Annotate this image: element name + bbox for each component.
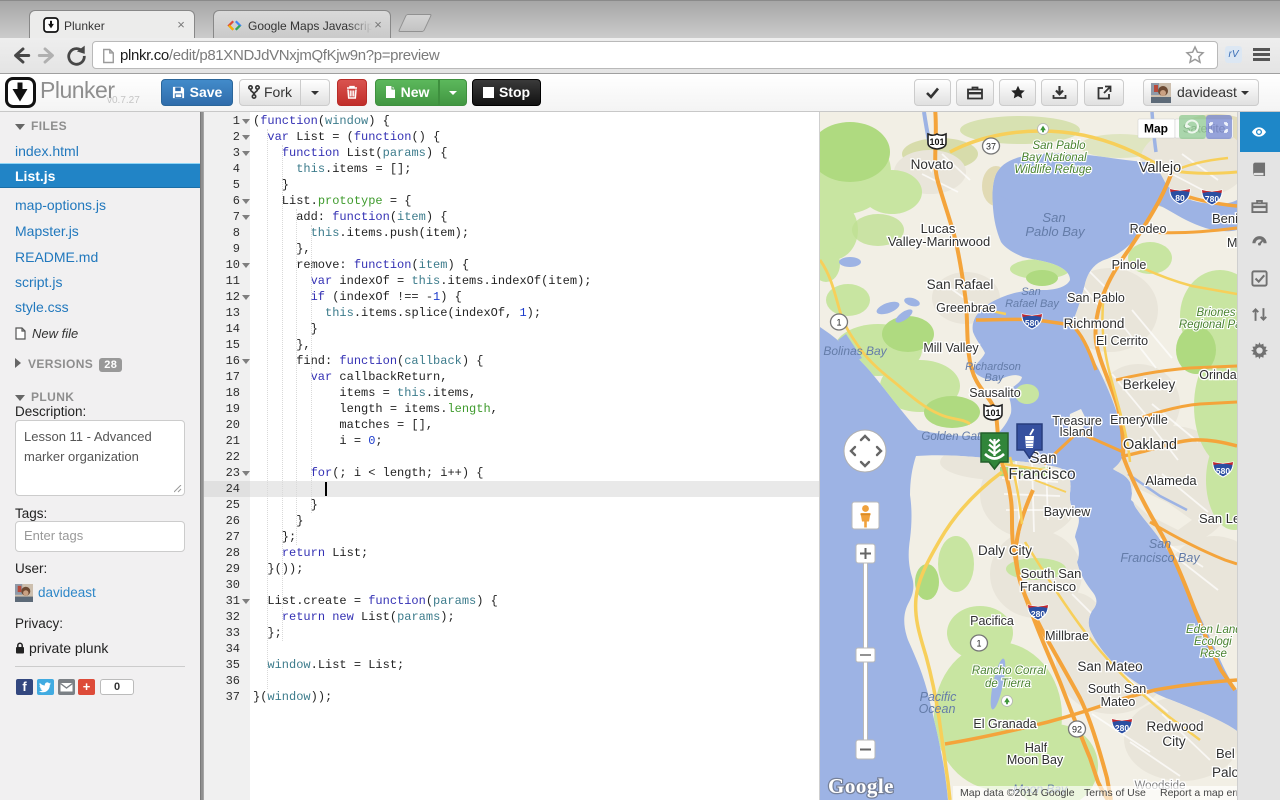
svg-text:Rodeo: Rodeo <box>1130 222 1167 236</box>
svg-text:San Leandro: San Leandro <box>1199 511 1237 526</box>
svg-text:80: 80 <box>1175 193 1185 203</box>
svg-text:780: 780 <box>1205 194 1219 204</box>
svg-text:Bay: Bay <box>985 372 1005 384</box>
svg-text:El Cerrito: El Cerrito <box>1096 334 1148 348</box>
svg-text:Millbrae: Millbrae <box>1045 629 1089 643</box>
svg-text:San Mateo: San Mateo <box>1077 659 1142 674</box>
svg-text:Bay National: Bay National <box>1021 152 1087 164</box>
svg-text:1: 1 <box>836 318 841 328</box>
svg-text:Alameda: Alameda <box>1145 473 1197 488</box>
svg-text:Greenbrae: Greenbrae <box>936 301 996 315</box>
svg-text:de Tierra: de Tierra <box>985 678 1031 690</box>
svg-text:Daly City: Daly City <box>978 543 1032 558</box>
svg-text:Pablo Bay: Pablo Bay <box>1025 224 1086 239</box>
svg-text:Map data ©2014 Google: Map data ©2014 Google <box>960 787 1075 799</box>
svg-text:Bolinas Bay: Bolinas Bay <box>823 344 887 358</box>
svg-text:92: 92 <box>1072 725 1082 735</box>
svg-text:Terms of Use: Terms of Use <box>1084 787 1146 799</box>
svg-text:37: 37 <box>986 142 996 152</box>
svg-text:Moon Bay: Moon Bay <box>1007 753 1064 767</box>
svg-text:Bel: Bel <box>1216 746 1235 761</box>
svg-text:Pinole: Pinole <box>1112 258 1147 272</box>
svg-text:Francisco: Francisco <box>1020 579 1076 594</box>
svg-text:Eden Landi: Eden Landi <box>1186 624 1237 636</box>
svg-text:San Pablo: San Pablo <box>1067 291 1125 305</box>
svg-text:Richmond: Richmond <box>1064 316 1125 331</box>
svg-text:Report a map error: Report a map error <box>1160 787 1237 799</box>
svg-text:Rafael Bay: Rafael Bay <box>1005 298 1060 310</box>
svg-text:San Pablo: San Pablo <box>1032 140 1086 152</box>
svg-text:Novato: Novato <box>911 157 954 172</box>
svg-text:San: San <box>1042 210 1065 225</box>
svg-text:Bayview: Bayview <box>1044 505 1092 519</box>
svg-text:Orinda: Orinda <box>1199 368 1237 382</box>
svg-text:Golden Gate: Golden Gate <box>921 431 986 443</box>
svg-text:Ocean: Ocean <box>919 702 956 716</box>
svg-text:Rancho Corral: Rancho Corral <box>972 665 1047 677</box>
svg-text:Emeryville: Emeryville <box>1110 413 1168 427</box>
svg-text:Sausalito: Sausalito <box>969 386 1020 400</box>
svg-text:Ecologi: Ecologi <box>1194 636 1232 648</box>
svg-text:Rese: Rese <box>1200 648 1227 660</box>
svg-text:Pacifica: Pacifica <box>970 614 1014 628</box>
svg-text:Mateo: Mateo <box>1101 695 1136 709</box>
svg-text:Mill Valley: Mill Valley <box>923 341 979 355</box>
svg-text:Valley-Marinwood: Valley-Marinwood <box>888 234 990 249</box>
svg-text:Oakland: Oakland <box>1123 437 1177 453</box>
svg-text:580: 580 <box>1216 466 1230 476</box>
svg-text:Briones: Briones <box>1197 307 1236 319</box>
svg-text:South San: South San <box>1088 682 1146 696</box>
svg-text:Google: Google <box>828 774 894 798</box>
svg-text:Redwood: Redwood <box>1146 719 1203 734</box>
svg-text:Francisco: Francisco <box>1008 466 1075 483</box>
svg-text:Berkeley: Berkeley <box>1123 377 1176 392</box>
svg-text:Map: Map <box>1144 122 1168 136</box>
svg-text:Palo: Palo <box>1212 765 1237 780</box>
svg-text:City: City <box>1162 734 1185 749</box>
svg-text:580: 580 <box>1025 318 1039 328</box>
svg-text:Benicia: Benicia <box>1212 211 1237 226</box>
svg-text:Francisco Bay: Francisco Bay <box>1120 551 1200 565</box>
svg-text:Vallejo: Vallejo <box>1139 160 1181 176</box>
svg-text:280: 280 <box>1115 723 1129 733</box>
svg-text:San: San <box>1021 286 1041 298</box>
svg-text:San Rafael: San Rafael <box>927 277 994 292</box>
svg-text:San: San <box>1149 537 1171 551</box>
svg-text:101: 101 <box>985 408 1000 418</box>
svg-text:Regional Park: Regional Park <box>1179 319 1237 331</box>
svg-text:101: 101 <box>929 137 944 147</box>
svg-text:280: 280 <box>1031 609 1045 619</box>
svg-text:Wildlife Refuge: Wildlife Refuge <box>1014 164 1091 176</box>
svg-text:1: 1 <box>976 639 981 649</box>
svg-text:Island: Island <box>1059 425 1092 439</box>
svg-text:Martinez: Martinez <box>1227 236 1237 250</box>
svg-text:El Granada: El Granada <box>973 717 1036 731</box>
